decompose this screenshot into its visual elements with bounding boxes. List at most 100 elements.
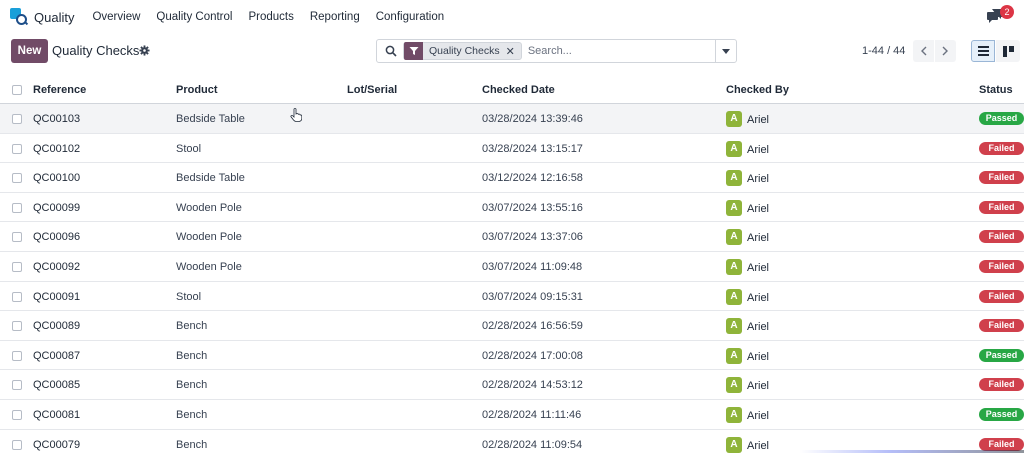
status-badge: Failed (979, 319, 1024, 333)
table-row[interactable]: QC00103 Bedside Table 03/28/2024 13:39:46 A… (0, 104, 1024, 134)
messages-badge: 2 (1000, 5, 1014, 19)
menu-configuration[interactable]: Configuration (376, 11, 444, 23)
cell-checked-by: Ariel (747, 321, 770, 334)
cell-reference: QC00092 (33, 260, 81, 273)
cell-checked-date: 03/28/2024 13:15:17 (482, 142, 583, 155)
gear-icon[interactable] (139, 45, 150, 56)
cell-product: Bench (176, 349, 208, 362)
cell-reference: QC00102 (33, 142, 81, 155)
status-badge: Passed (979, 407, 1024, 421)
row-checkbox[interactable] (12, 202, 22, 213)
cell-checked-date: 03/07/2024 13:55:16 (482, 201, 583, 214)
table-row[interactable]: QC00099 Wooden Pole 03/07/2024 13:55:16 A Ar… (0, 193, 1024, 223)
search-options-toggle[interactable] (715, 40, 736, 62)
table-row[interactable]: QC00089 Bench 02/28/2024 16:56:59 A Ariel Fai… (0, 311, 1024, 341)
cell-checked-by: Ariel (747, 350, 770, 363)
cell-checked-by: Ariel (747, 114, 770, 126)
search-input[interactable] (527, 42, 715, 60)
table-header: Reference Product Lot/Serial Checked Dat… (0, 76, 1024, 104)
column-lot-serial[interactable]: Lot/Serial (347, 84, 397, 96)
quality-logo-icon[interactable] (10, 8, 29, 26)
status-badge: Failed (979, 378, 1024, 392)
table-row[interactable]: QC00100 Bedside Table 03/12/2024 12:16:58 A… (0, 163, 1024, 193)
messages-button[interactable]: 2 (986, 5, 1014, 26)
row-checkbox[interactable] (12, 232, 22, 243)
row-checkbox[interactable] (12, 409, 22, 420)
cell-reference: QC00091 (33, 290, 81, 303)
table-row[interactable]: QC00085 Bench 02/28/2024 14:53:12 A Ariel Fai… (0, 370, 1024, 400)
cell-reference: QC00099 (33, 201, 81, 214)
menu-reporting[interactable]: Reporting (310, 11, 360, 23)
column-status[interactable]: Status (979, 84, 1013, 96)
row-checkbox[interactable] (12, 380, 22, 391)
avatar: A (726, 170, 742, 187)
cell-reference: QC00081 (33, 408, 81, 421)
top-navbar: Quality Overview Quality Control Product… (0, 0, 1024, 34)
pager-previous-button[interactable] (913, 40, 934, 62)
search-facet: Quality Checks ✕ (403, 42, 522, 60)
avatar: A (726, 406, 742, 423)
avatar: A (726, 318, 742, 335)
new-button[interactable]: New (11, 39, 48, 63)
cell-checked-date: 02/28/2024 16:56:59 (482, 320, 583, 333)
column-checked-date[interactable]: Checked Date (482, 84, 555, 96)
cell-product: Stool (176, 142, 202, 155)
menu-products[interactable]: Products (248, 11, 293, 23)
kanban-view-button[interactable] (996, 40, 1020, 62)
facet-label: Quality Checks (429, 45, 500, 57)
avatar: A (726, 288, 742, 305)
cell-checked-by: Ariel (747, 232, 770, 245)
cell-checked-by: Ariel (747, 143, 770, 156)
cell-product: Bedside Table (176, 113, 245, 125)
status-badge: Failed (979, 171, 1024, 185)
cell-checked-date: 03/07/2024 11:09:48 (482, 260, 583, 273)
status-badge: Failed (979, 200, 1024, 214)
cell-checked-by: Ariel (747, 261, 770, 274)
row-checkbox[interactable] (12, 261, 22, 272)
row-checkbox[interactable] (12, 439, 22, 450)
cell-checked-date: 02/28/2024 11:11:46 (482, 408, 582, 421)
avatar: A (726, 436, 742, 453)
list-view-button[interactable] (971, 40, 995, 62)
menu-overview[interactable]: Overview (92, 11, 140, 23)
row-checkbox[interactable] (12, 143, 22, 154)
avatar: A (726, 347, 742, 364)
select-all-checkbox[interactable] (12, 85, 22, 95)
cell-reference: QC00096 (33, 231, 81, 244)
table-row[interactable]: QC00091 Stool 03/07/2024 09:15:31 A Ariel Fai… (0, 282, 1024, 312)
row-checkbox[interactable] (12, 321, 22, 332)
status-badge: Failed (979, 230, 1024, 244)
facet-remove-button[interactable]: ✕ (506, 45, 521, 58)
avatar: A (726, 111, 742, 127)
cell-reference: QC00100 (33, 172, 81, 185)
cell-product: Wooden Pole (176, 201, 242, 214)
row-checkbox[interactable] (12, 291, 22, 302)
search-bar: Quality Checks ✕ (376, 39, 737, 63)
control-panel: New Quality Checks Quality Checks ✕ Sear… (0, 34, 1024, 70)
column-checked-by[interactable]: Checked By (726, 84, 789, 96)
pager-value[interactable]: 1-44 / 44 (862, 45, 905, 57)
hand-cursor-icon (290, 108, 302, 122)
avatar: A (726, 140, 742, 157)
row-checkbox[interactable] (12, 173, 22, 184)
pager-next-button[interactable] (935, 40, 956, 62)
page-title: Quality Checks (52, 43, 140, 58)
cell-product: Stool (176, 290, 202, 303)
row-checkbox[interactable] (12, 350, 22, 361)
table-row[interactable]: QC00092 Wooden Pole 03/07/2024 11:09:48 A Ar… (0, 252, 1024, 282)
table-row[interactable]: QC00102 Stool 03/28/2024 13:15:17 A Ariel Fai… (0, 134, 1024, 164)
row-checkbox[interactable] (12, 114, 22, 124)
cell-checked-by: Ariel (747, 291, 770, 304)
quality-checks-list: Reference Product Lot/Serial Checked Dat… (0, 76, 1024, 453)
column-product[interactable]: Product (176, 84, 218, 96)
app-name[interactable]: Quality (34, 10, 74, 25)
column-reference[interactable]: Reference (33, 84, 86, 96)
table-row[interactable]: QC00087 Bench 02/28/2024 17:00:08 A Ariel Pas… (0, 341, 1024, 371)
cell-product: Bench (176, 320, 208, 333)
status-badge: Failed (979, 141, 1024, 155)
table-row[interactable]: QC00081 Bench 02/28/2024 11:11:46 A Ariel Pas… (0, 400, 1024, 430)
table-row[interactable]: QC00096 Wooden Pole 03/07/2024 13:37:06 A Ar… (0, 222, 1024, 252)
menu-quality-control[interactable]: Quality Control (156, 11, 232, 23)
table-body: QC00103 Bedside Table 03/28/2024 13:39:46 A… (0, 104, 1024, 453)
cell-reference: QC00079 (33, 438, 81, 451)
